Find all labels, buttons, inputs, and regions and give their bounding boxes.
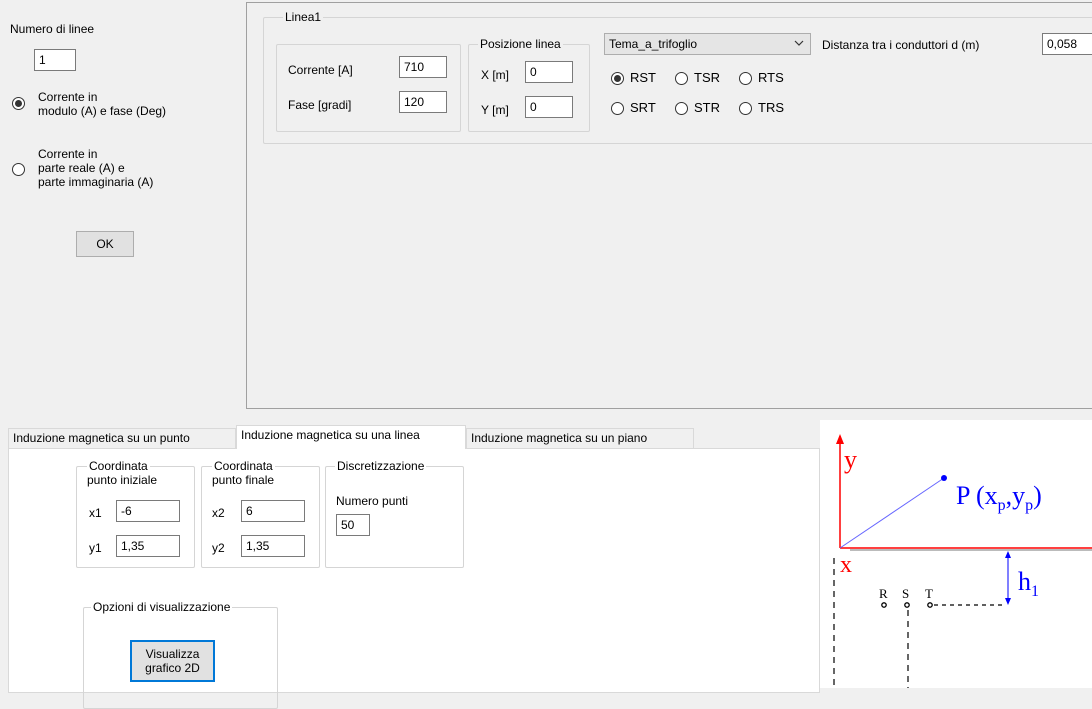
radio-phase-srt[interactable] bbox=[611, 102, 624, 115]
line-group-title: Linea1 bbox=[283, 10, 324, 24]
radio-phase-str-label: STR bbox=[694, 100, 720, 115]
h1-arrow-bottom bbox=[1005, 598, 1011, 605]
conductor-r-label: R bbox=[879, 586, 888, 601]
conductor-r bbox=[881, 602, 887, 608]
x1-input[interactable]: -6 bbox=[116, 500, 180, 522]
radio-phase-rst-label: RST bbox=[630, 70, 656, 85]
radio-phase-rts-label: RTS bbox=[758, 70, 784, 85]
radio-phase-rts[interactable] bbox=[739, 72, 752, 85]
point-label: P (xp,yp) bbox=[956, 481, 1042, 514]
current-input[interactable]: 710 bbox=[399, 56, 447, 78]
x2-input[interactable]: 6 bbox=[241, 500, 305, 522]
radio-phase-srt-label: SRT bbox=[630, 100, 656, 115]
ok-button[interactable]: OK bbox=[76, 231, 134, 257]
diagram-svg: y x P (xp,yp) h1 R S T bbox=[833, 434, 1092, 688]
p-dot bbox=[941, 475, 947, 481]
y-input[interactable]: 0 bbox=[525, 96, 573, 118]
phase-label: Fase [gradi] bbox=[288, 98, 352, 112]
y2-input[interactable]: 1,35 bbox=[241, 535, 305, 557]
distance-label: Distanza tra i conduttori d (m) bbox=[822, 38, 980, 52]
geometry-diagram: y x P (xp,yp) h1 R S T bbox=[820, 420, 1092, 688]
radio-reale-label-1: Corrente in bbox=[38, 147, 98, 161]
y1-input[interactable]: 1,35 bbox=[116, 535, 180, 557]
radio-modulo-fase-label-2: modulo (A) e fase (Deg) bbox=[38, 104, 167, 118]
tab-linea[interactable]: Induzione magnetica su una linea bbox=[236, 425, 466, 449]
radio-reale-label-2: parte reale (A) e bbox=[38, 161, 125, 175]
radio-modulo-fase-label-1: Corrente in bbox=[38, 90, 98, 104]
conductor-t-label: T bbox=[925, 586, 933, 601]
position-group bbox=[468, 44, 590, 132]
visualize-2d-button[interactable]: Visualizza grafico 2D bbox=[130, 640, 215, 682]
config-select[interactable]: Tema_a_trifoglio bbox=[604, 33, 811, 55]
current-label: Corrente [A] bbox=[288, 63, 353, 77]
chevron-down-icon bbox=[794, 36, 804, 53]
x-label: X [m] bbox=[481, 68, 510, 82]
num-points-input[interactable]: 50 bbox=[336, 514, 370, 536]
visualize-2d-label-2: grafico 2D bbox=[145, 661, 200, 675]
conductor-t bbox=[927, 602, 933, 608]
conductor-s-label: S bbox=[902, 586, 909, 601]
radio-phase-rst[interactable] bbox=[611, 72, 624, 85]
conductor-s bbox=[904, 602, 910, 608]
position-group-title: Posizione linea bbox=[478, 37, 563, 51]
radio-reale-immaginaria[interactable] bbox=[12, 163, 25, 176]
tab-punto[interactable]: Induzione magnetica su un punto bbox=[8, 428, 236, 449]
phase-input[interactable]: 120 bbox=[399, 91, 447, 113]
left-panel: Numero di linee 1 Corrente in modulo (A)… bbox=[0, 0, 246, 410]
radio-phase-trs-label: TRS bbox=[758, 100, 784, 115]
radio-modulo-fase[interactable] bbox=[12, 97, 25, 110]
radio-phase-tsr-label: TSR bbox=[694, 70, 720, 85]
distance-input[interactable]: 0,058 bbox=[1042, 33, 1092, 55]
p-vector bbox=[839, 477, 945, 549]
radio-phase-trs[interactable] bbox=[739, 102, 752, 115]
tab-piano[interactable]: Induzione magnetica su un piano bbox=[466, 428, 694, 449]
config-select-value: Tema_a_trifoglio bbox=[609, 37, 698, 51]
x-input[interactable]: 0 bbox=[525, 61, 573, 83]
x-axis-label: x bbox=[840, 552, 852, 578]
y-label: Y [m] bbox=[481, 103, 509, 117]
radio-phase-str[interactable] bbox=[675, 102, 688, 115]
h1-arrow-top bbox=[1005, 551, 1011, 558]
visualize-2d-label-1: Visualizza bbox=[145, 647, 200, 661]
radio-phase-tsr[interactable] bbox=[675, 72, 688, 85]
h1-label: h1 bbox=[1018, 567, 1039, 600]
radio-reale-label-3: parte immaginaria (A) bbox=[38, 175, 154, 189]
num-lines-input[interactable]: 1 bbox=[34, 49, 76, 71]
y-axis-label: y bbox=[844, 445, 857, 474]
y-axis-arrow bbox=[836, 434, 844, 444]
num-lines-label: Numero di linee bbox=[10, 22, 95, 36]
